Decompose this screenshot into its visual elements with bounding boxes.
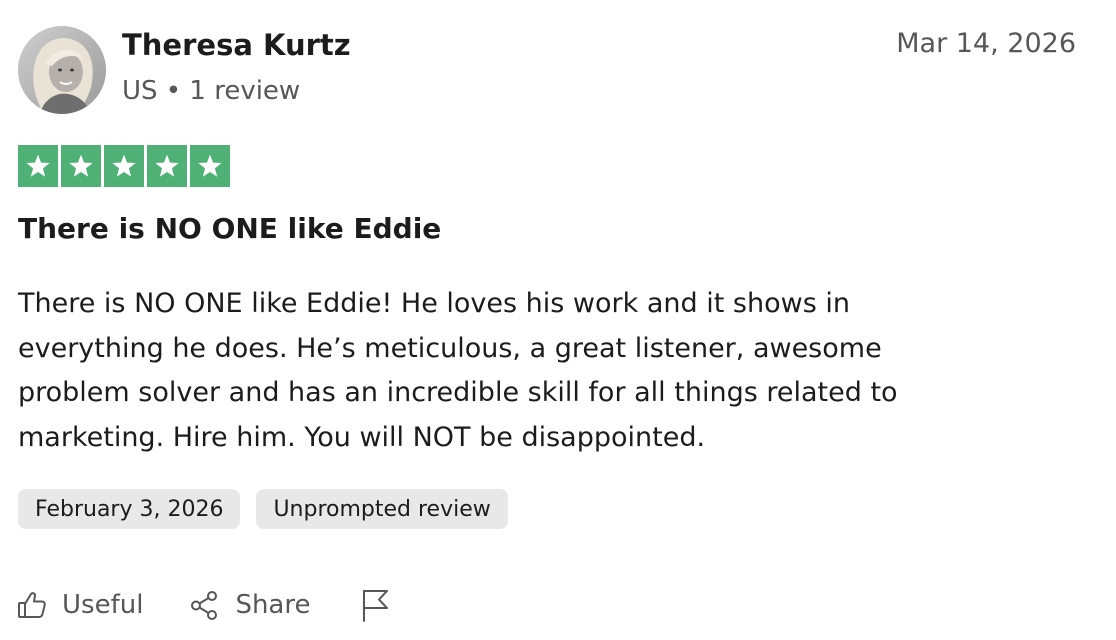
star-icon [26, 154, 50, 177]
star-2 [61, 145, 101, 187]
useful-label: Useful [62, 590, 144, 620]
share-icon [189, 589, 221, 621]
star-icon [112, 154, 136, 177]
star-icon [155, 154, 179, 177]
star-rating [18, 145, 230, 187]
review-title[interactable]: There is NO ONE like Eddie [18, 212, 441, 245]
reviewer-meta: US • 1 review [122, 76, 301, 106]
thumbs-up-icon [16, 589, 48, 621]
reviewer-avatar[interactable] [18, 26, 106, 114]
review-card: Theresa Kurtz US • 1 review Mar 14, 2026… [0, 0, 1116, 640]
report-button[interactable] [360, 588, 390, 622]
useful-button[interactable]: Useful [16, 589, 143, 621]
reviewer-name[interactable]: Theresa Kurtz [122, 28, 351, 62]
star-3 [104, 145, 144, 187]
share-label: Share [235, 590, 311, 620]
review-source-tag[interactable]: Unprompted review [256, 489, 508, 529]
avatar-photo-icon [18, 26, 106, 114]
star-5 [190, 145, 230, 187]
review-body: There is NO ONE like Eddie! He loves his… [18, 288, 898, 453]
share-button[interactable]: Share [189, 589, 310, 621]
star-4 [147, 145, 187, 187]
star-1 [18, 145, 58, 187]
experience-date-tag: February 3, 2026 [18, 489, 241, 529]
flag-icon [360, 588, 390, 622]
review-tags: February 3, 2026 Unprompted review [18, 489, 508, 529]
review-actions: Useful Share [16, 588, 390, 622]
review-date: Mar 14, 2026 [896, 28, 1076, 59]
star-icon [69, 154, 93, 177]
star-icon [198, 154, 222, 177]
